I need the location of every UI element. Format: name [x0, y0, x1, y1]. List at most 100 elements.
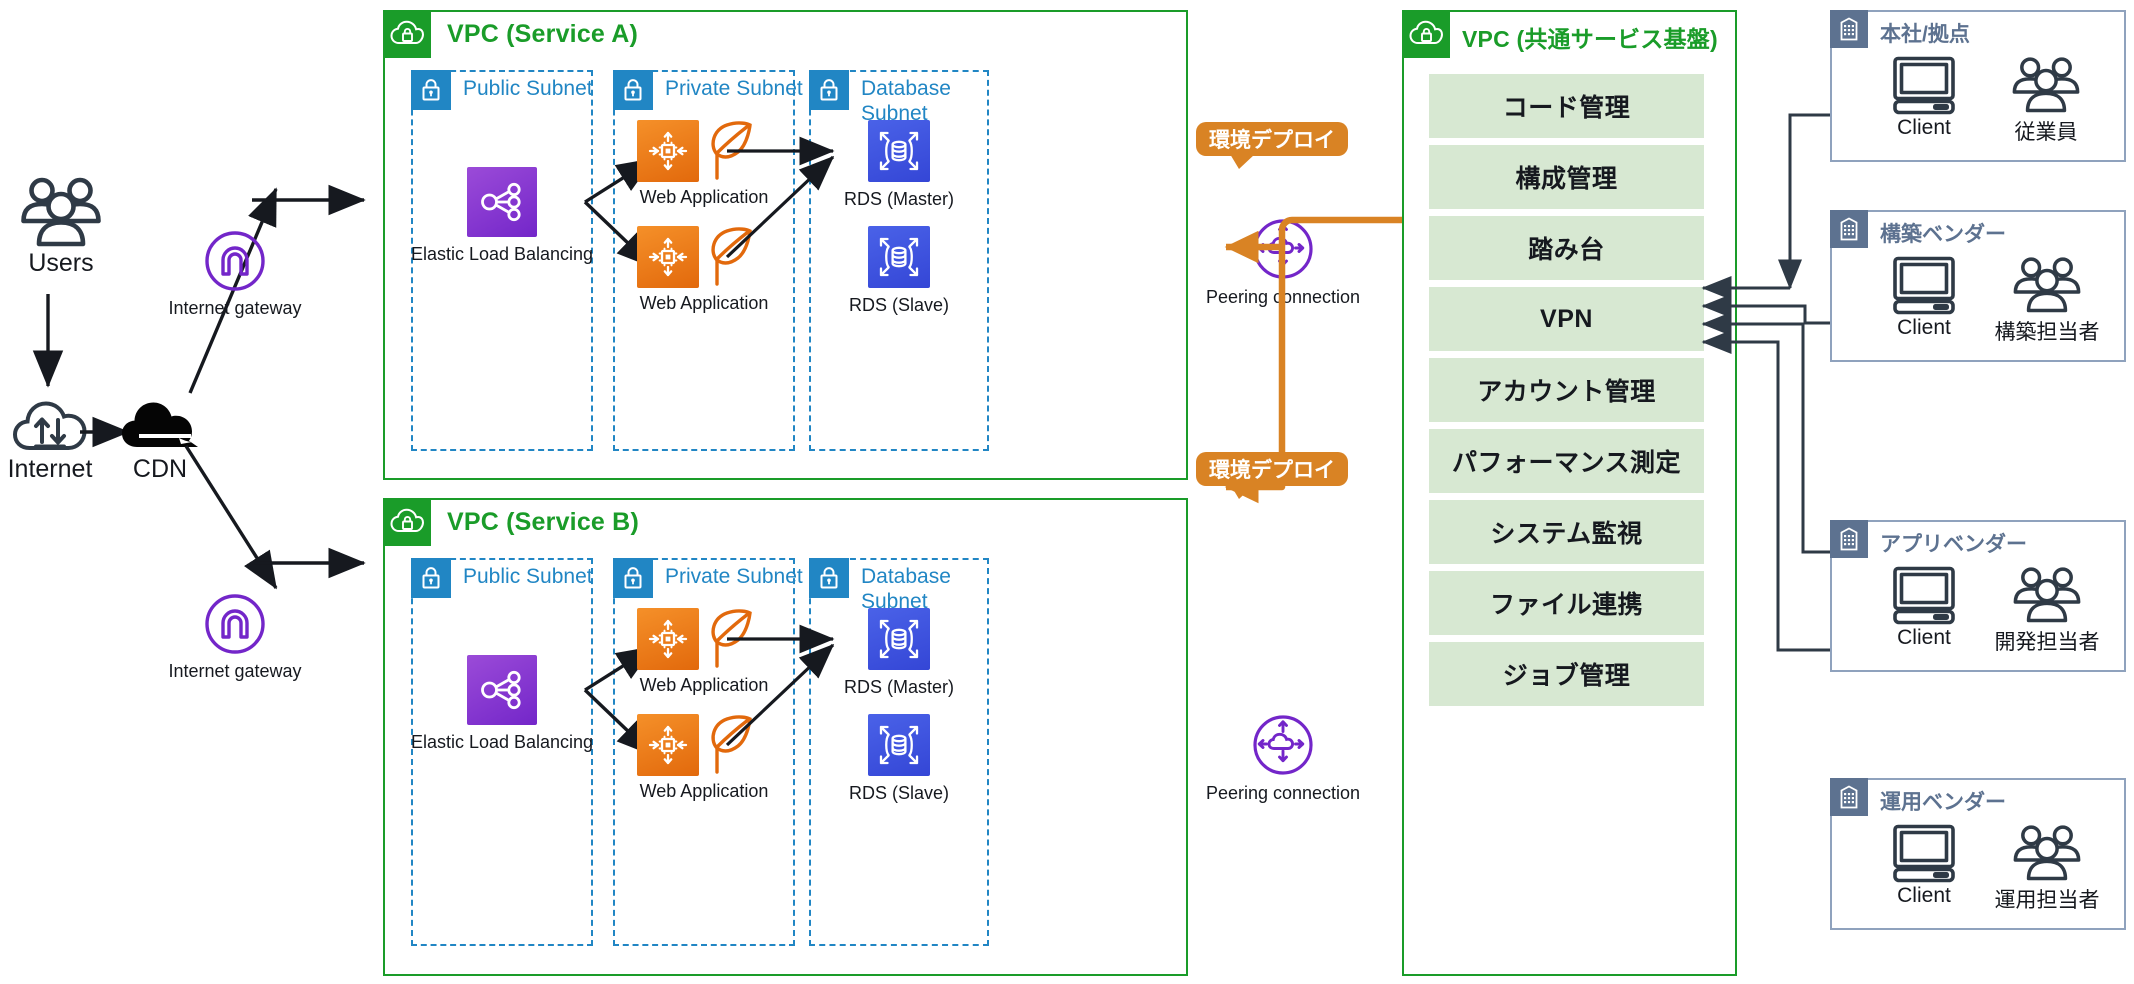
- vpc-common-service-title: VPC (共通サービス基盤): [1462, 26, 1718, 52]
- vendor-title: 構築ベンダー: [1880, 223, 2006, 246]
- vpc-cloud-lock-icon: [382, 497, 431, 546]
- ec2-instance-icon: [637, 608, 699, 670]
- service-item-job-management[interactable]: ジョブ管理: [1429, 642, 1704, 706]
- rds-master-b-label: RDS (Master): [843, 677, 954, 697]
- vendor-people-label: 構築担当者: [1994, 321, 2100, 344]
- vendor-people-node: 従業員: [1984, 56, 2108, 146]
- service-item-bastion[interactable]: 踏み台: [1429, 216, 1704, 280]
- vendor-title: アプリベンダー: [1880, 533, 2027, 556]
- service-item-label: 踏み台: [1528, 236, 1605, 264]
- vendor-panel-construction[interactable]: 構築ベンダー Client 構築担当者: [1830, 210, 2126, 362]
- database-subnet-a-title: Database Subnet: [861, 77, 951, 125]
- vpc-cloud-lock-icon: [1401, 9, 1450, 58]
- vendor-client-label: Client: [1897, 316, 1951, 339]
- service-item-file-integration[interactable]: ファイル連携: [1429, 571, 1704, 635]
- rds-database-icon: [868, 714, 930, 776]
- rds-master-a-node: RDS (Master): [815, 120, 983, 211]
- vendor-people-node: 開発担当者: [1980, 566, 2114, 656]
- vendor-client-node: Client: [1872, 824, 1976, 908]
- igw-b-to-elb-line: [252, 547, 366, 579]
- vpc-cloud-lock-icon: [382, 9, 431, 58]
- service-item-performance-measurement[interactable]: パフォーマンス測定: [1429, 429, 1704, 493]
- ec2-instance-icon: [637, 714, 699, 776]
- service-item-configuration-management[interactable]: 構成管理: [1429, 145, 1704, 209]
- internet-gateway-icon: [205, 231, 265, 291]
- vendor-people-label: 運用担当者: [1994, 889, 2100, 912]
- service-item-label: アカウント管理: [1477, 378, 1656, 406]
- vendor-people-node: 構築担当者: [1980, 256, 2114, 346]
- desktop-computer-icon: [1893, 824, 1955, 883]
- vendor-panel-headquarters[interactable]: 本社/拠点 Client 従業員: [1830, 10, 2126, 162]
- vendor-client-node: Client: [1872, 256, 1976, 340]
- desktop-computer-icon: [1893, 256, 1955, 315]
- rds-database-icon: [868, 120, 930, 182]
- vendor-panel-operations[interactable]: 運用ベンダー Client 運用担当者: [1830, 778, 2126, 930]
- deploy-badge-b: 環境デプロイ: [1196, 452, 1348, 499]
- internet-gateway-b-label: Internet gateway: [168, 661, 302, 681]
- service-item-code-management[interactable]: コード管理: [1429, 74, 1704, 138]
- service-item-label: VPN: [1540, 304, 1593, 333]
- peering-connection-icon: [1253, 715, 1313, 775]
- vendor-panel-application[interactable]: アプリベンダー Client 開発担当者: [1830, 520, 2126, 672]
- web-application-b-2-label: Web Application: [639, 781, 769, 801]
- users-icon: [2013, 825, 2081, 881]
- vendor-client-node: Client: [1872, 566, 1976, 650]
- building-icon: [1830, 520, 1868, 558]
- rds-slave-a-node: RDS (Slave): [815, 226, 983, 317]
- service-item-vpn[interactable]: VPN: [1429, 287, 1704, 351]
- service-item-label: ジョブ管理: [1502, 662, 1631, 690]
- service-item-label: ファイル連携: [1489, 591, 1643, 619]
- internet-gateway-b-node: Internet gateway: [155, 593, 315, 683]
- internet-gateway-a-label: Internet gateway: [168, 298, 302, 318]
- users-icon: [2013, 567, 2081, 623]
- rds-master-b-node: RDS (Master): [815, 608, 983, 699]
- rds-database-icon: [868, 608, 930, 670]
- vpc-service-a-title: VPC (Service A): [447, 20, 639, 48]
- rds-slave-a-label: RDS (Slave): [848, 295, 950, 315]
- service-item-label: 構成管理: [1515, 165, 1618, 193]
- users-to-internet-arrow: [32, 294, 64, 388]
- rds-master-a-label: RDS (Master): [843, 189, 954, 209]
- service-item-label: コード管理: [1502, 94, 1631, 122]
- private-subnet-b-title: Private Subnet: [665, 565, 803, 588]
- igw-a-to-elb-line: [252, 184, 366, 216]
- database-subnet-b-title: Database Subnet: [861, 565, 951, 613]
- public-subnet-b-title: Public Subnet: [463, 565, 593, 588]
- subnet-lock-icon: [612, 69, 653, 110]
- vendor-client-label: Client: [1897, 884, 1951, 907]
- users-icon: [2013, 257, 2081, 313]
- internet-cloud-icon: [12, 401, 87, 450]
- private-subnet-a-title: Private Subnet: [665, 77, 803, 100]
- vpc-common-service[interactable]: VPC (共通サービス基盤) コード管理 構成管理 踏み台 VPN アカウント管…: [1401, 9, 1737, 976]
- service-item-account-management[interactable]: アカウント管理: [1429, 358, 1704, 422]
- peering-connection-b-label: Peering connection: [1205, 783, 1361, 803]
- vendor-title: 本社/拠点: [1880, 23, 1970, 46]
- vendor-title: 運用ベンダー: [1880, 791, 2006, 814]
- cdn-label: CDN: [132, 455, 188, 483]
- ec2-instance-icon: [637, 226, 699, 288]
- vendor-client-node: Client: [1872, 56, 1976, 140]
- users-icon: [21, 177, 101, 247]
- subnet-lock-icon: [612, 557, 653, 598]
- subnet-lock-icon: [808, 557, 849, 598]
- users-node: Users: [6, 176, 116, 277]
- subnet-lock-icon: [808, 69, 849, 110]
- public-subnet-a-title: Public Subnet: [463, 77, 593, 100]
- desktop-computer-icon: [1893, 56, 1955, 115]
- building-icon: [1830, 210, 1868, 248]
- service-item-system-monitoring[interactable]: システム監視: [1429, 500, 1704, 564]
- rds-database-icon: [868, 226, 930, 288]
- subnet-lock-icon: [410, 69, 451, 110]
- internet-gateway-a-node: Internet gateway: [155, 230, 315, 320]
- subnet-lock-icon: [410, 557, 451, 598]
- users-label: Users: [28, 249, 94, 277]
- vendor-people-label: 開発担当者: [1994, 631, 2100, 654]
- deploy-badge-a: 環境デプロイ: [1196, 122, 1348, 169]
- vendor-client-label: Client: [1897, 116, 1951, 139]
- vpc-service-b-title: VPC (Service B): [447, 508, 639, 536]
- vpc-service-b[interactable]: VPC (Service B) Public Subnet Private Su…: [382, 497, 1188, 976]
- vpc-service-a[interactable]: VPC (Service A) Public Subnet Private Su…: [382, 9, 1188, 480]
- web-application-a-2-label: Web Application: [639, 293, 769, 313]
- vendor-client-label: Client: [1897, 626, 1951, 649]
- service-item-label: パフォーマンス測定: [1451, 449, 1681, 477]
